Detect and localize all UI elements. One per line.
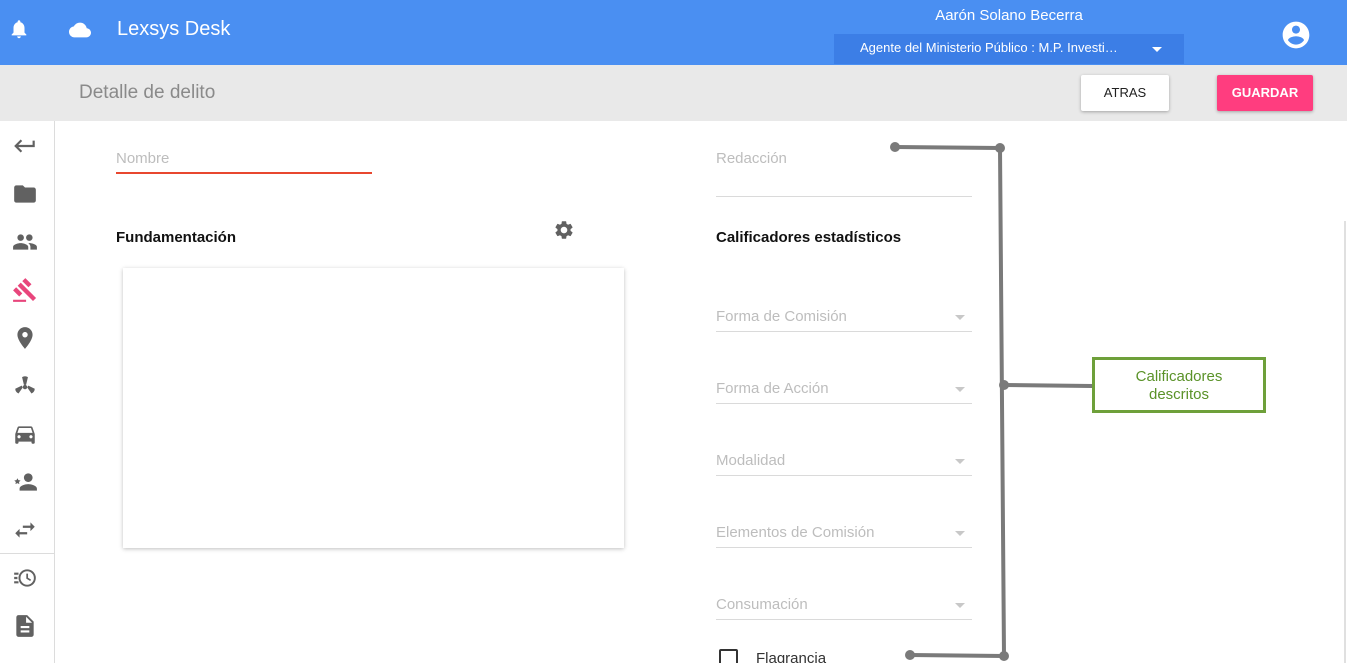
callout-text-line2: descritos [1148,386,1210,403]
back-button[interactable]: ATRAS [1081,75,1169,111]
folder-icon[interactable] [12,181,38,207]
gear-icon[interactable] [553,219,575,241]
return-arrow-icon[interactable] [12,133,38,159]
dropdown-caret-icon [955,387,965,392]
document-icon[interactable] [12,613,38,639]
calificadores-title: Calificadores estadísticos [716,229,902,246]
nombre-input[interactable]: Nombre [116,150,169,167]
dropdown-caret-icon [955,531,965,536]
forma-comision-dropdown[interactable]: Forma de Comisión [716,308,847,325]
dropdown-caret-icon [955,315,965,320]
dropdown-caret-icon [955,459,965,464]
sidebar [0,121,55,663]
person-star-icon[interactable] [12,469,38,495]
radioactive-icon[interactable] [12,373,38,399]
scrollbar-track[interactable] [1344,221,1346,663]
cloud-icon [69,22,91,38]
fundamentacion-title: Fundamentación [116,229,237,246]
page-title: Detalle de delito [79,82,216,103]
dropdown-underline [716,547,972,548]
user-name: Aarón Solano Becerra [935,7,1083,24]
role-select[interactable]: Agente del Ministerio Público : M.P. Inv… [834,34,1184,64]
gavel-icon[interactable] [12,277,38,303]
app-title: Lexsys Desk [117,18,231,40]
people-icon[interactable] [12,229,38,255]
consumacion-dropdown[interactable]: Consumación [716,596,808,613]
swap-arrows-icon[interactable] [12,517,38,543]
flagrancia-checkbox[interactable] [719,649,738,663]
elementos-comision-dropdown[interactable]: Elementos de Comisión [716,524,874,541]
modalidad-dropdown[interactable]: Modalidad [716,452,785,469]
role-select-value: Agente del Ministerio Público : M.P. Inv… [860,40,1118,55]
dropdown-underline [716,475,972,476]
app-header: Lexsys Desk Aarón Solano Becerra Agente … [0,0,1347,65]
dropdown-underline [716,403,972,404]
fundamentacion-editor[interactable] [123,268,624,548]
nombre-underline [116,172,372,174]
history-list-icon[interactable] [12,565,38,591]
flagrancia-label: Flagrancia [756,650,827,663]
dropdown-underline [716,619,972,620]
dropdown-caret-icon [955,603,965,608]
car-icon[interactable] [12,421,38,447]
callout-text-line1: Calificadores [1135,368,1223,385]
save-button[interactable]: GUARDAR [1217,75,1313,111]
bell-icon[interactable] [8,18,30,40]
redaccion-underline [716,196,972,197]
forma-accion-dropdown[interactable]: Forma de Acción [716,380,829,397]
page-toolbar: Detalle de delito ATRAS GUARDAR [0,65,1347,121]
sidebar-divider [0,553,54,554]
location-pin-icon[interactable] [12,325,38,351]
dropdown-underline [716,331,972,332]
annotation-callout: Calificadores descritos [1092,357,1266,413]
arrow-drop-down-icon [1152,47,1162,52]
account-circle-icon[interactable] [1280,19,1312,51]
redaccion-input[interactable]: Redacción [716,150,787,167]
